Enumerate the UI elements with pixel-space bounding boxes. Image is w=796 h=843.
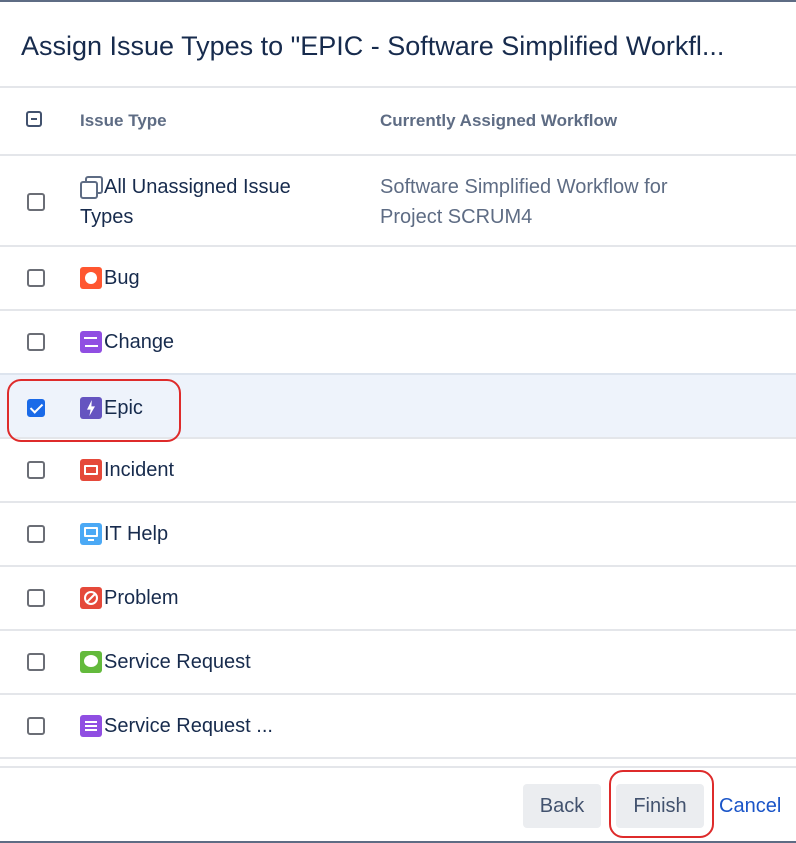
table-row[interactable]: Service Request [0,631,796,695]
row-checkbox[interactable] [27,269,45,287]
dialog-footer: Back Finish Cancel [0,766,796,843]
workflow-cell: Software Simplified Workflow for Project… [380,172,740,232]
issue-type-cell: Service Request [80,647,251,677]
row-checkbox[interactable] [27,193,45,211]
issue-type-cell: Change [80,327,174,357]
change-icon [80,331,102,353]
incident-icon [80,459,102,481]
issue-type-label: Bug [104,267,140,289]
select-all-checkbox[interactable] [26,111,42,127]
issue-type-cell: Service Request ... [80,711,273,741]
table-row[interactable]: Change [0,311,796,375]
row-checkbox-checked[interactable] [27,399,45,417]
table-row[interactable]: All Unassigned Issue Types Software Simp… [0,156,796,247]
back-button[interactable]: Back [523,784,601,828]
table-row-selected[interactable]: Epic [0,373,796,439]
problem-icon [80,587,102,609]
row-checkbox[interactable] [27,333,45,351]
finish-button[interactable]: Finish [616,784,704,828]
assign-issue-types-dialog: Assign Issue Types to "EPIC - Software S… [0,0,796,843]
it-help-icon [80,523,102,545]
service-request-icon [80,651,102,673]
table-row[interactable]: Service Request ... [0,695,796,759]
table-row[interactable]: Bug [0,247,796,311]
issue-type-label: Epic [104,397,143,419]
issue-type-cell: Epic [80,393,143,423]
table-row[interactable]: IT Help [0,503,796,567]
issue-type-cell: Incident [80,455,174,485]
service-request-list-icon [80,715,102,737]
row-checkbox[interactable] [27,717,45,735]
cancel-link[interactable]: Cancel [719,784,781,828]
issue-type-cell: IT Help [80,519,168,549]
issue-type-label: IT Help [104,523,169,545]
header-workflow: Currently Assigned Workflow [380,111,618,130]
workflow-label: Software Simplified Workflow for [380,176,668,198]
row-checkbox[interactable] [27,461,45,479]
issue-type-label: Problem [104,587,179,609]
issue-type-cell: Problem [80,583,178,613]
issue-type-cell: Bug [80,263,140,293]
row-checkbox[interactable] [27,589,45,607]
row-checkbox[interactable] [27,525,45,543]
issue-type-label-cont: Types [80,206,134,228]
row-checkbox[interactable] [27,653,45,671]
issue-type-cell: All Unassigned Issue Types [80,172,291,232]
epic-icon [80,397,102,419]
issue-type-label: Change [104,331,175,353]
dialog-title: Assign Issue Types to "EPIC - Software S… [21,31,725,61]
workflow-label-cont: Project SCRUM4 [380,206,533,228]
table-row[interactable]: Incident [0,439,796,503]
bug-icon [80,267,102,289]
table-header: Issue Type Currently Assigned Workflow [0,88,796,154]
header-issue-type: Issue Type [80,111,167,130]
unassigned-stack-icon [80,176,103,199]
issue-type-label: Incident [104,459,175,481]
issue-type-label: Service Request [104,651,251,673]
issue-type-label: Service Request ... [104,715,273,737]
table-row[interactable]: Problem [0,567,796,631]
issue-type-label: All Unassigned Issue [104,176,291,198]
